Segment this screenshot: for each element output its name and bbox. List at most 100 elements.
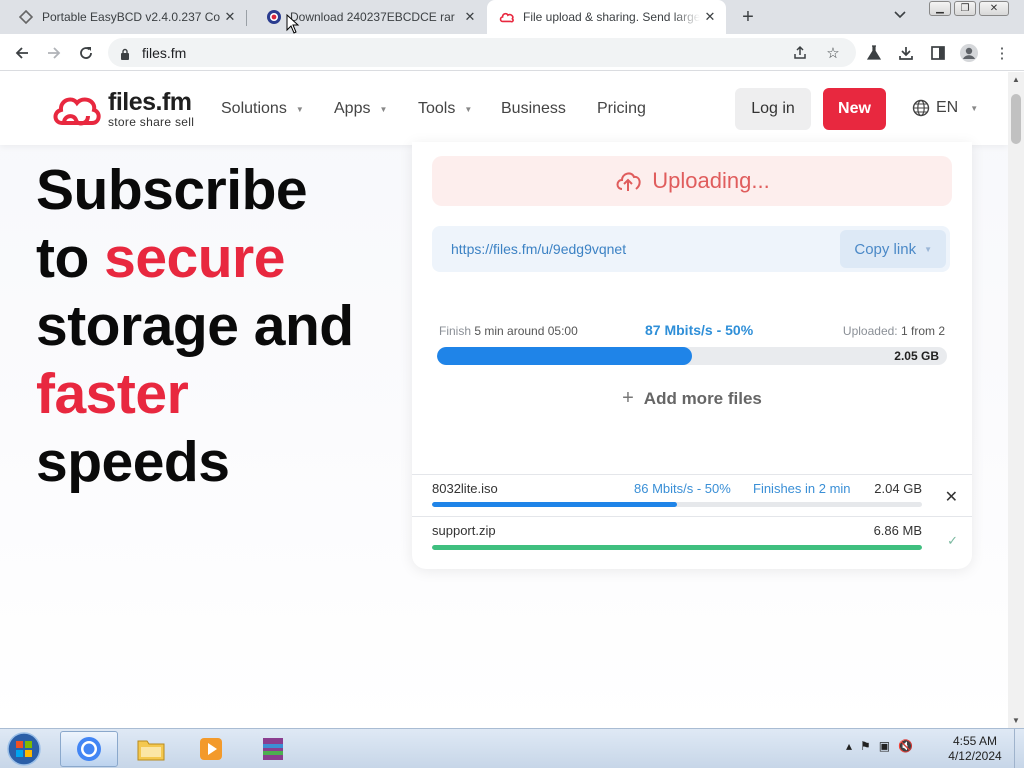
- new-button[interactable]: New: [823, 88, 886, 130]
- file-name: support.zip: [432, 523, 496, 538]
- taskbar-winrar[interactable]: [244, 731, 302, 767]
- upload-status: Uploading...: [432, 156, 952, 206]
- taskbar-clock[interactable]: 4:55 AM 4/12/2024: [940, 734, 1010, 764]
- cancel-upload-icon[interactable]: ✕: [945, 487, 958, 507]
- nav-business[interactable]: Business: [501, 100, 566, 118]
- network-icon[interactable]: ▣: [879, 739, 890, 753]
- tab-download[interactable]: Download 240237EBCDCE rar ✕: [248, 0, 486, 34]
- add-more-files-button[interactable]: + Add more files: [412, 387, 972, 410]
- show-desktop-button[interactable]: [1014, 729, 1024, 768]
- address-bar[interactable]: files.fm ☆: [108, 38, 856, 67]
- tab-easybcd[interactable]: Portable EasyBCD v2.4.0.237 Con ✕: [0, 0, 246, 34]
- media-player-icon: [200, 738, 222, 760]
- close-tab-icon[interactable]: ✕: [460, 7, 480, 27]
- nav-label: Tools: [418, 100, 456, 117]
- volume-muted-icon[interactable]: 🔇: [898, 739, 913, 753]
- tab-title: Portable EasyBCD v2.4.0.237 Con: [42, 10, 220, 24]
- uploaded-count: Uploaded: 1 from 2: [842, 324, 945, 338]
- tab-search-icon[interactable]: [894, 8, 906, 22]
- caret-down-icon: ▼: [924, 244, 932, 254]
- upload-speed: 87 Mbits/s - 50%: [645, 322, 754, 338]
- windows-logo-icon: [7, 732, 41, 766]
- logo-tagline: store share sell: [108, 115, 195, 129]
- hero-highlight: secure: [104, 226, 285, 290]
- file-progress-bar: [432, 502, 922, 507]
- action-center-flag-icon[interactable]: ⚑: [860, 739, 871, 753]
- winrar-icon: [263, 738, 283, 760]
- caret-down-icon: ▼: [464, 104, 473, 114]
- tab-strip: Portable EasyBCD v2.4.0.237 Con ✕ Downlo…: [0, 0, 1024, 34]
- folder-icon: [137, 740, 165, 761]
- minimize-icon[interactable]: ▁: [929, 1, 951, 16]
- hero-line: to secure: [36, 226, 285, 290]
- taskbar-media-player[interactable]: [182, 731, 240, 767]
- nav-tools[interactable]: Tools ▼: [418, 100, 472, 118]
- upload-status-text: Uploading...: [652, 168, 770, 193]
- close-tab-icon[interactable]: ✕: [700, 7, 720, 27]
- file-eta: Finishes in 2 min: [753, 481, 851, 496]
- downloads-icon[interactable]: [896, 43, 916, 63]
- taskbar: ▴ ⚑ ▣ 🔇 4:55 AM 4/12/2024: [0, 728, 1024, 768]
- scroll-thumb[interactable]: [1011, 94, 1021, 144]
- share-link[interactable]: https://files.fm/u/9edg9vqnet: [451, 241, 626, 257]
- logo-text: files.fm store share sell: [108, 88, 195, 129]
- lab-flask-icon[interactable]: [864, 43, 884, 63]
- nav-apps[interactable]: Apps ▼: [334, 100, 387, 118]
- nav-solutions[interactable]: Solutions ▼: [221, 100, 304, 118]
- login-button[interactable]: Log in: [735, 88, 811, 130]
- page-viewport: files.fm store share sell Solutions ▼ Ap…: [0, 72, 1008, 728]
- language-selector[interactable]: EN ▼: [912, 99, 978, 117]
- restore-icon[interactable]: ❐: [954, 1, 976, 16]
- menu-kebab-icon[interactable]: ⋮: [992, 43, 1012, 63]
- system-tray: ▴ ⚑ ▣ 🔇: [846, 739, 921, 753]
- back-icon[interactable]: [10, 41, 34, 65]
- tab-title: File upload & sharing. Send large: [523, 10, 700, 24]
- profile-avatar-icon[interactable]: [959, 43, 979, 63]
- file-progress-bar: [432, 545, 922, 550]
- scroll-up-icon[interactable]: ▲: [1012, 75, 1020, 84]
- logo-name: files.fm: [108, 88, 192, 116]
- hero-line: speeds: [36, 430, 230, 494]
- nav-pricing[interactable]: Pricing: [597, 100, 646, 118]
- taskbar-chrome[interactable]: [60, 731, 118, 767]
- lock-icon[interactable]: [120, 47, 130, 60]
- filesfm-logo[interactable]: files.fm store share sell: [52, 90, 194, 128]
- bookmark-star-icon[interactable]: ☆: [824, 44, 842, 62]
- close-window-icon[interactable]: ✕: [979, 1, 1009, 16]
- share-icon[interactable]: [791, 44, 809, 62]
- upload-panel: Uploading... https://files.fm/u/9edg9vqn…: [412, 142, 972, 569]
- start-button[interactable]: [4, 730, 44, 768]
- reload-icon[interactable]: [74, 41, 98, 65]
- page-scrollbar[interactable]: ▲ ▼: [1008, 72, 1024, 728]
- checkmark-icon: ✓: [947, 533, 958, 548]
- hero-highlight: faster: [36, 362, 189, 426]
- nav-label: Apps: [334, 100, 371, 117]
- cloud-upload-icon: [616, 172, 641, 191]
- site-header: files.fm store share sell Solutions ▼ Ap…: [0, 72, 1008, 145]
- browser-toolbar: files.fm ☆ ⋮: [0, 34, 1024, 71]
- new-tab-button[interactable]: +: [736, 6, 760, 28]
- add-more-label: Add more files: [643, 388, 762, 408]
- file-speed: 86 Mbits/s - 50%: [634, 481, 731, 496]
- window-controls: ▁ ❐ ✕: [926, 1, 1009, 17]
- close-tab-icon[interactable]: ✕: [220, 7, 240, 27]
- progress-fill: [437, 347, 692, 365]
- taskbar-explorer[interactable]: [122, 731, 180, 767]
- hero-heading: Subscribe to secure storage and faster s…: [36, 156, 354, 496]
- tab-filesfm[interactable]: File upload & sharing. Send large ✕: [487, 0, 726, 34]
- file-size: 6.86 MB: [873, 523, 922, 538]
- show-hidden-icons-icon[interactable]: ▴: [846, 739, 852, 753]
- clock-date: 4/12/2024: [948, 749, 1002, 763]
- hero-line: Subscribe: [36, 158, 308, 222]
- file-row: 8032lite.iso 86 Mbits/s - 50% Finishes i…: [412, 474, 972, 516]
- caret-down-icon: ▼: [970, 103, 979, 113]
- file-name: 8032lite.iso: [432, 481, 498, 496]
- forward-icon[interactable]: [42, 41, 66, 65]
- file-size: 2.04 GB: [874, 481, 922, 496]
- download-site-icon: [266, 9, 282, 25]
- globe-icon: [912, 99, 930, 117]
- chrome-icon: [77, 737, 101, 761]
- side-panel-icon[interactable]: [928, 43, 948, 63]
- copy-link-button[interactable]: Copy link ▼: [840, 230, 946, 268]
- scroll-down-icon[interactable]: ▼: [1012, 716, 1020, 725]
